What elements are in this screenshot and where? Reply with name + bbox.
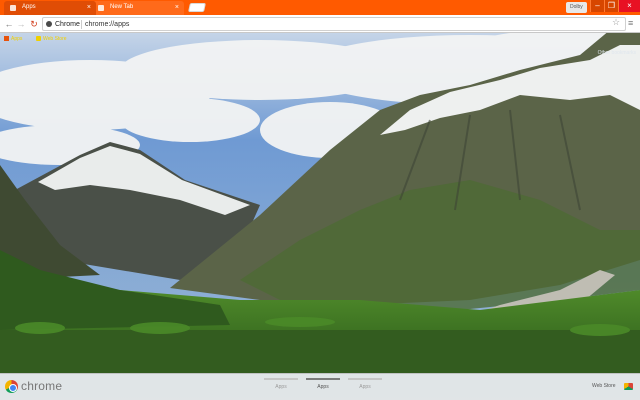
address-bar[interactable]: Chrome chrome://apps (42, 17, 626, 31)
tab-new-tab[interactable]: New Tab × (92, 1, 184, 15)
window-controls: – ❐ × (590, 0, 640, 12)
chrome-logo-icon (5, 380, 18, 393)
tab-label: New Tab (110, 4, 134, 10)
apps-grid-icon (4, 36, 9, 42)
close-window-icon[interactable]: × (618, 0, 640, 12)
web-store-link[interactable]: Web Store (592, 383, 616, 389)
page-switcher: Apps Apps Apps (262, 378, 388, 398)
app-launcher-footer: chrome Apps Apps Apps Web Store (0, 373, 640, 400)
minimize-icon[interactable]: – (590, 0, 604, 12)
omnibox-chip: Chrome (55, 21, 80, 28)
other-bookmarks[interactable]: Other bookmarks (598, 50, 636, 56)
restore-icon[interactable]: ❐ (604, 0, 618, 12)
tab-label: Apps (22, 4, 36, 10)
page-label: Apps (275, 384, 287, 390)
page-label: Apps (317, 384, 329, 390)
bookmark-label: Apps (11, 36, 23, 42)
reload-icon[interactable]: ↻ (28, 18, 40, 30)
theme-background-image (0, 0, 640, 400)
bookmarks-bar: Apps Web Store (0, 34, 640, 45)
page-indicator (306, 378, 340, 380)
web-store-icon[interactable] (624, 383, 633, 390)
omnibox-url[interactable]: chrome://apps (85, 20, 129, 29)
close-tab-icon[interactable]: × (87, 1, 91, 14)
page-tab-3[interactable]: Apps (346, 378, 384, 398)
hamburger-menu-icon[interactable]: ≡ (628, 18, 633, 28)
chrome-page-icon (46, 21, 52, 27)
close-tab-icon[interactable]: × (175, 1, 179, 14)
page-tab-1[interactable]: Apps (262, 378, 300, 398)
page-indicator (264, 378, 298, 380)
page-label: Apps (359, 384, 371, 390)
web-store-icon (36, 36, 41, 42)
back-arrow-icon[interactable]: ← (3, 18, 15, 30)
bookmark-web-store[interactable]: Web Store (36, 35, 67, 44)
page-icon (98, 5, 104, 11)
page-indicator (348, 378, 382, 380)
bookmark-label: Web Store (43, 36, 67, 42)
bookmark-apps[interactable]: Apps (4, 35, 22, 44)
profile-button[interactable]: Dolby (566, 2, 587, 13)
divider (81, 20, 82, 29)
apps-icon (10, 5, 16, 11)
chrome-wordmark: chrome (21, 379, 63, 393)
tab-strip: New Tab × Apps × Dolby – ❐ × (0, 0, 640, 15)
page-tab-2[interactable]: Apps (304, 378, 342, 398)
forward-arrow-icon[interactable]: → (15, 18, 27, 30)
browser-toolbar: ← → ↻ Chrome chrome://apps ☆ ≡ (0, 15, 640, 33)
new-tab-button[interactable] (188, 3, 206, 12)
tab-apps[interactable]: Apps × (4, 1, 96, 15)
star-icon[interactable]: ☆ (612, 17, 620, 28)
